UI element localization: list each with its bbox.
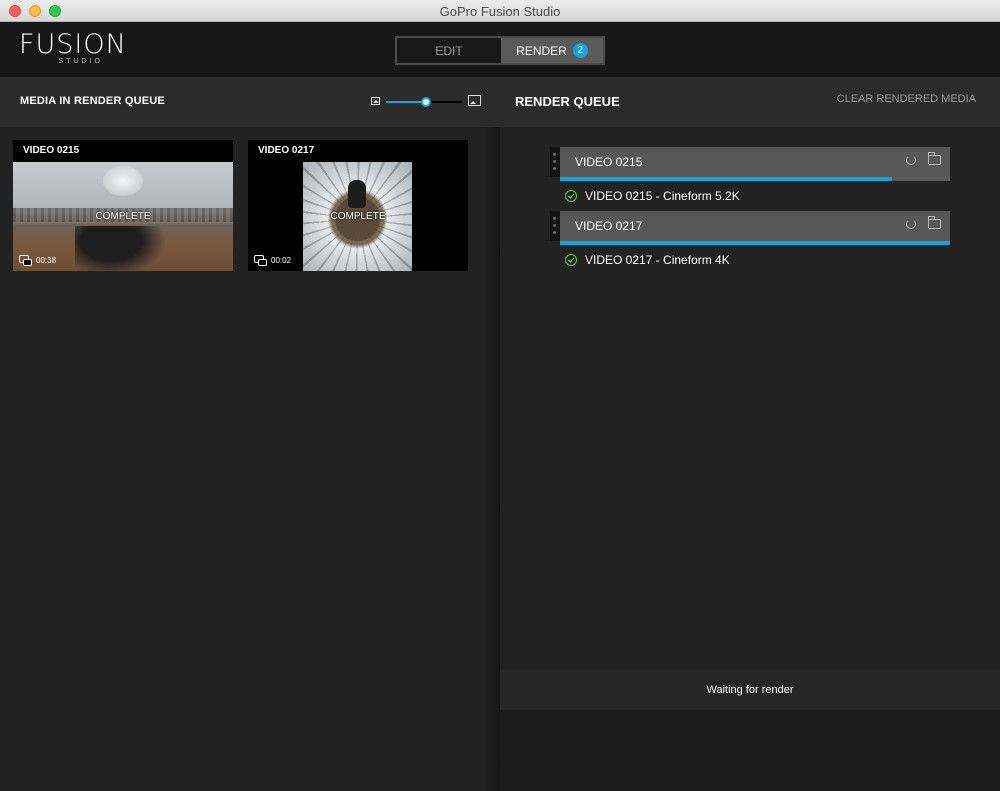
mode-switch: EDIT RENDER 2 <box>395 36 605 65</box>
media-panel-title: MEDIA IN RENDER QUEUE <box>20 95 165 107</box>
render-footer <box>500 710 1000 791</box>
window-title: GoPro Fusion Studio <box>439 4 561 19</box>
media-thumbnail[interactable]: VIDEO 0217 COMPLETE 00:02 <box>248 140 468 271</box>
fusion-studio-logo: FUSION STUDIO <box>19 29 141 67</box>
render-output-item: VIDEO 0215 - Cineform 5.2K <box>565 189 740 203</box>
render-queue-header: RENDER QUEUE CLEAR RENDERED MEDIA <box>500 77 1000 127</box>
render-progress-bar <box>560 241 950 245</box>
tab-edit-label: EDIT <box>435 43 463 58</box>
slider-fill <box>386 101 427 103</box>
render-job-bar[interactable]: VIDEO 0215 <box>560 147 950 177</box>
folder-icon[interactable] <box>928 216 941 229</box>
360-video-icon <box>19 255 32 266</box>
media-duration: 00:38 <box>19 255 57 266</box>
render-queue-title: RENDER QUEUE <box>515 94 620 109</box>
render-job[interactable]: VIDEO 0217 <box>550 211 950 246</box>
slider-track[interactable] <box>386 97 462 107</box>
media-panel: MEDIA IN RENDER QUEUE VIDEO 0215 COMPLET… <box>0 77 500 791</box>
media-status: COMPLETE <box>330 211 386 222</box>
render-job-name: VIDEO 0215 <box>575 155 643 169</box>
render-output-label: VIDEO 0217 - Cineform 4K <box>585 253 730 267</box>
duration-text: 00:38 <box>36 255 57 265</box>
tab-edit[interactable]: EDIT <box>397 38 501 63</box>
render-queue-panel: RENDER QUEUE CLEAR RENDERED MEDIA VIDEO … <box>500 77 1000 791</box>
render-job-bar[interactable]: VIDEO 0217 <box>560 211 950 241</box>
render-progress-bar <box>560 177 950 181</box>
media-thumbnail[interactable]: VIDEO 0215 COMPLETE 00:38 <box>13 140 233 271</box>
render-progress-fill <box>560 177 892 181</box>
thumbnail-size-slider[interactable] <box>370 95 482 109</box>
render-output-item: VIDEO 0217 - Cineform 4K <box>565 253 730 267</box>
render-count-badge: 2 <box>572 43 588 58</box>
drag-handle[interactable] <box>550 211 560 241</box>
render-job-name: VIDEO 0217 <box>575 219 643 233</box>
media-status: COMPLETE <box>95 211 151 222</box>
render-output-label: VIDEO 0215 - Cineform 5.2K <box>585 189 740 203</box>
media-name: VIDEO 0215 <box>23 145 80 156</box>
render-progress-fill <box>560 241 950 245</box>
media-name: VIDEO 0217 <box>258 145 315 156</box>
media-panel-header: MEDIA IN RENDER QUEUE <box>0 77 500 127</box>
small-image-icon <box>371 97 380 105</box>
folder-icon[interactable] <box>928 152 941 165</box>
render-job[interactable]: VIDEO 0215 <box>550 147 950 182</box>
re-render-icon[interactable] <box>906 219 916 229</box>
tab-render-label: RENDER <box>516 43 567 58</box>
title-bar: GoPro Fusion Studio <box>0 0 1000 22</box>
check-circle-icon <box>565 190 577 202</box>
tab-render[interactable]: RENDER 2 <box>501 38 603 63</box>
slider-handle[interactable] <box>421 97 432 107</box>
app-header: FUSION STUDIO EDIT RENDER 2 <box>0 22 1000 77</box>
clear-rendered-media-button[interactable]: CLEAR RENDERED MEDIA <box>837 93 976 105</box>
app-window: GoPro Fusion Studio FUSION STUDIO EDIT R… <box>0 0 1000 791</box>
re-render-icon[interactable] <box>906 155 916 165</box>
logo-word: FUSION <box>19 29 127 60</box>
duration-text: 00:02 <box>271 255 292 265</box>
media-duration: 00:02 <box>254 255 292 266</box>
panel-divider <box>484 127 500 791</box>
360-video-icon <box>254 255 267 266</box>
render-status-text: Waiting for render <box>500 670 1000 710</box>
check-circle-icon <box>565 254 577 266</box>
drag-handle[interactable] <box>550 147 560 177</box>
large-image-icon <box>468 95 481 106</box>
